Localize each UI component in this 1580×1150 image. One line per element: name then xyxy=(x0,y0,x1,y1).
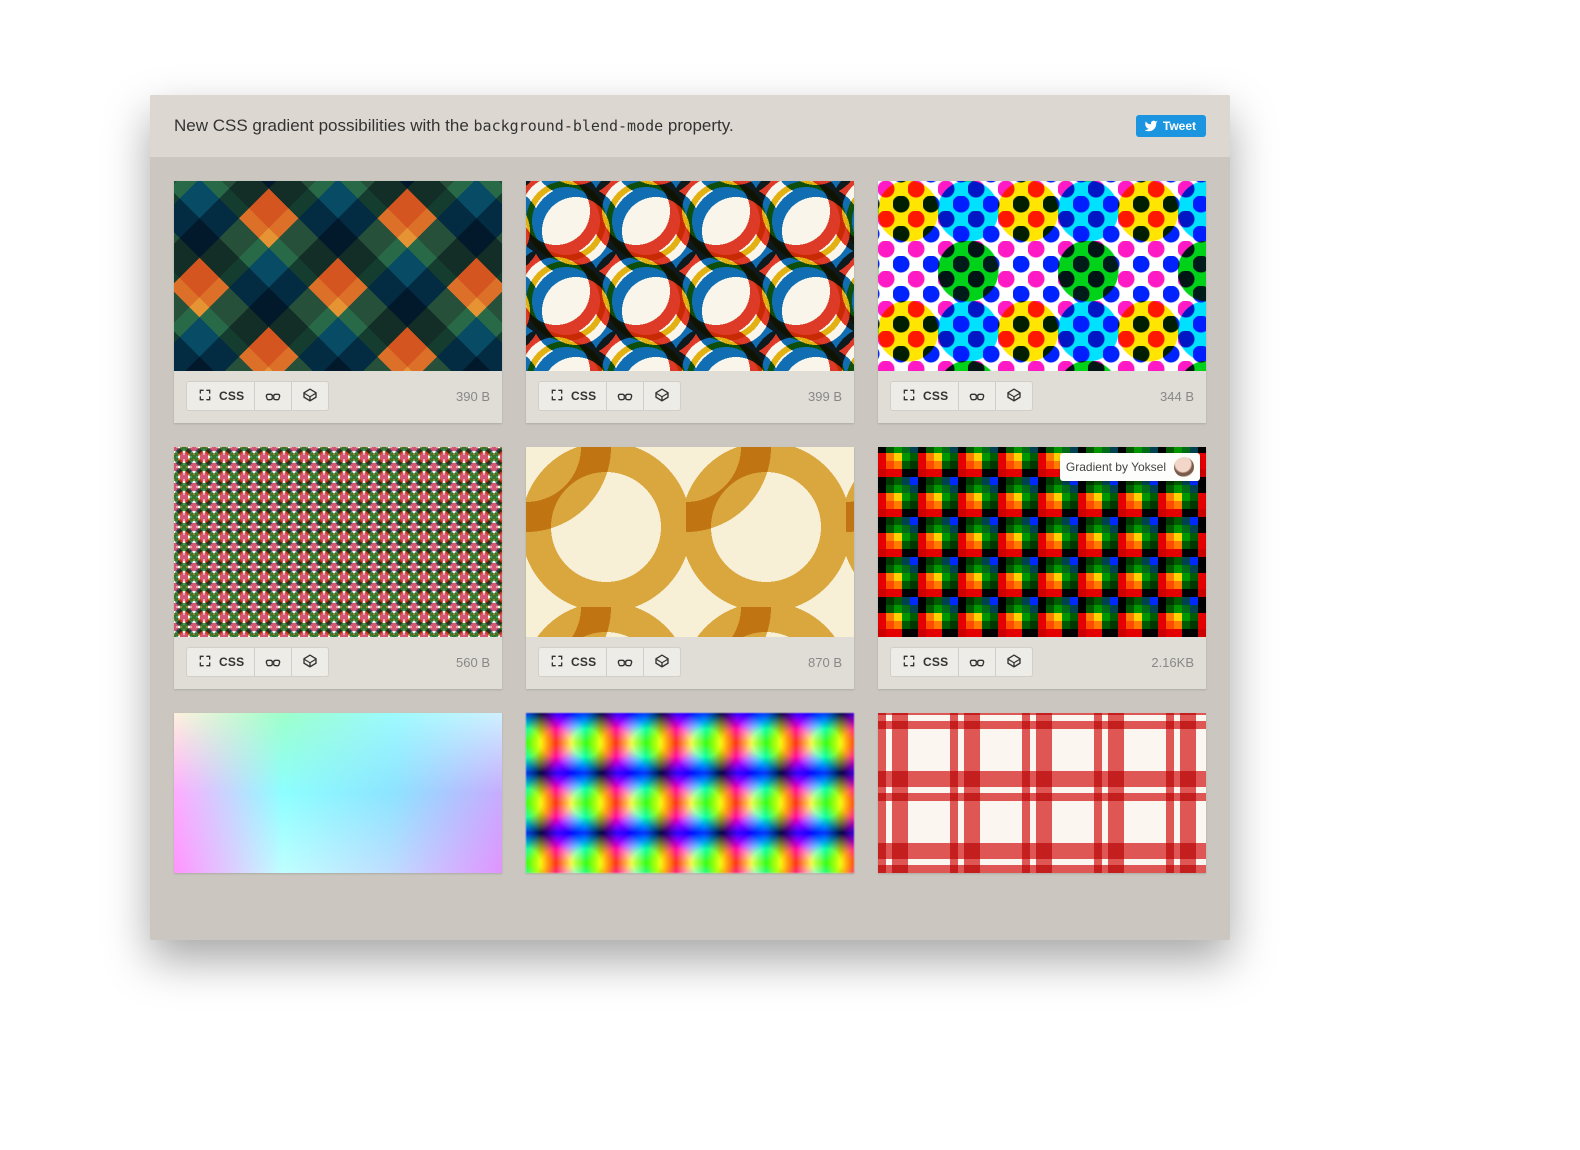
codepen-button[interactable] xyxy=(292,381,329,411)
credit-text: Gradient by Yoksel xyxy=(1066,460,1166,474)
expand-icon xyxy=(549,653,565,672)
twitter-icon xyxy=(1144,119,1158,133)
preview-button[interactable] xyxy=(607,381,644,411)
gallery-panel: New CSS gradient possibilities with the … xyxy=(150,95,1230,940)
expand-css-button[interactable]: CSS xyxy=(538,647,607,677)
header-bar: New CSS gradient possibilities with the … xyxy=(150,95,1230,157)
pattern-card xyxy=(526,713,854,873)
preview-button[interactable] xyxy=(959,381,996,411)
glasses-icon xyxy=(617,653,633,672)
expand-css-button[interactable]: CSS xyxy=(890,381,959,411)
glasses-icon xyxy=(265,387,281,406)
title-post: property. xyxy=(663,116,734,135)
expand-css-button[interactable]: CSS xyxy=(186,381,255,411)
pattern-card: CSS 560 B xyxy=(174,447,502,689)
file-size: 870 B xyxy=(808,655,842,670)
pattern-card: CSS 870 B xyxy=(526,447,854,689)
file-size: 560 B xyxy=(456,655,490,670)
codepen-icon xyxy=(302,653,318,672)
preview-button[interactable] xyxy=(255,381,292,411)
codepen-icon xyxy=(302,387,318,406)
button-group: CSS xyxy=(186,647,329,677)
glasses-icon xyxy=(265,653,281,672)
preview-button[interactable] xyxy=(255,647,292,677)
expand-icon xyxy=(901,387,917,406)
card-toolbar: CSS 390 B xyxy=(174,371,502,423)
avatar xyxy=(1174,457,1194,477)
expand-icon xyxy=(549,387,565,406)
codepen-button[interactable] xyxy=(644,647,681,677)
expand-css-button[interactable]: CSS xyxy=(890,647,959,677)
preview-button[interactable] xyxy=(959,647,996,677)
codepen-button[interactable] xyxy=(996,647,1033,677)
pattern-card: CSS 390 B xyxy=(174,181,502,423)
pattern-swatch[interactable] xyxy=(526,447,854,637)
codepen-button[interactable] xyxy=(292,647,329,677)
pattern-swatch[interactable] xyxy=(174,713,502,873)
pattern-swatch[interactable] xyxy=(526,181,854,371)
button-group: CSS xyxy=(538,381,681,411)
expand-icon xyxy=(901,653,917,672)
pattern-card: CSS 399 B xyxy=(526,181,854,423)
expand-css-button[interactable]: CSS xyxy=(538,381,607,411)
button-group: CSS xyxy=(890,381,1033,411)
pattern-card xyxy=(174,713,502,873)
card-toolbar: CSS 344 B xyxy=(878,371,1206,423)
file-size: 2.16KB xyxy=(1151,655,1194,670)
expand-icon xyxy=(197,387,213,406)
codepen-button[interactable] xyxy=(996,381,1033,411)
button-group: CSS xyxy=(186,381,329,411)
file-size: 390 B xyxy=(456,389,490,404)
pattern-card xyxy=(878,713,1206,873)
credit-badge[interactable]: Gradient by Yoksel xyxy=(1060,453,1200,481)
glasses-icon xyxy=(969,653,985,672)
button-group: CSS xyxy=(890,647,1033,677)
css-label: CSS xyxy=(571,389,596,403)
glasses-icon xyxy=(617,387,633,406)
card-toolbar: CSS 870 B xyxy=(526,637,854,689)
pattern-card: CSS 344 B xyxy=(878,181,1206,423)
codepen-button[interactable] xyxy=(644,381,681,411)
codepen-icon xyxy=(654,387,670,406)
file-size: 399 B xyxy=(808,389,842,404)
tweet-label: Tweet xyxy=(1163,119,1196,133)
pattern-swatch[interactable] xyxy=(174,181,502,371)
expand-css-button[interactable]: CSS xyxy=(186,647,255,677)
button-group: CSS xyxy=(538,647,681,677)
css-label: CSS xyxy=(219,655,244,669)
codepen-icon xyxy=(1006,387,1022,406)
card-toolbar: CSS 399 B xyxy=(526,371,854,423)
tweet-button[interactable]: Tweet xyxy=(1136,115,1206,137)
css-label: CSS xyxy=(923,389,948,403)
css-label: CSS xyxy=(219,389,244,403)
codepen-icon xyxy=(654,653,670,672)
pattern-swatch[interactable] xyxy=(878,181,1206,371)
title-code: background-blend-mode xyxy=(474,117,664,135)
css-label: CSS xyxy=(571,655,596,669)
file-size: 344 B xyxy=(1160,389,1194,404)
pattern-swatch[interactable] xyxy=(526,713,854,873)
preview-button[interactable] xyxy=(607,647,644,677)
pattern-card: Gradient by Yoksel CSS 2.16KB xyxy=(878,447,1206,689)
pattern-swatch[interactable] xyxy=(174,447,502,637)
glasses-icon xyxy=(969,387,985,406)
title-pre: New CSS gradient possibilities with the xyxy=(174,116,474,135)
page-title: New CSS gradient possibilities with the … xyxy=(174,116,734,136)
codepen-icon xyxy=(1006,653,1022,672)
card-toolbar: CSS 2.16KB xyxy=(878,637,1206,689)
card-toolbar: CSS 560 B xyxy=(174,637,502,689)
expand-icon xyxy=(197,653,213,672)
css-label: CSS xyxy=(923,655,948,669)
pattern-swatch[interactable] xyxy=(878,713,1206,873)
